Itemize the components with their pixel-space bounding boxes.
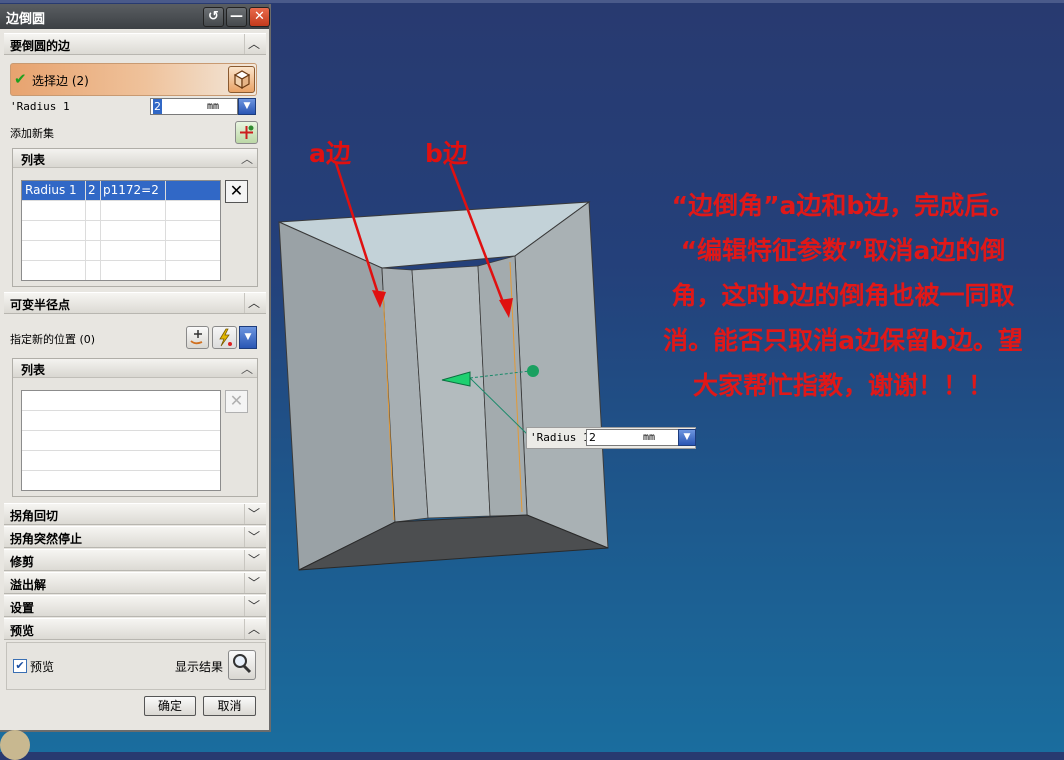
add-new-set-label: 添加新集	[10, 127, 54, 140]
section-trim-header[interactable]: 修剪 ﹀	[4, 549, 266, 571]
chevron-down-icon[interactable]: ﹀	[244, 596, 263, 616]
note-line: 角，这时b边的倒角也被一同取	[671, 281, 1015, 310]
edge-list-header[interactable]: 列表 ︿	[13, 149, 257, 168]
section-preview-label: 预览	[10, 624, 35, 638]
delete-icon[interactable]: ✕	[225, 180, 248, 203]
preview-group: ✔ 预览 显示结果	[6, 642, 266, 690]
section-overflow-header[interactable]: 溢出解 ﹀	[4, 572, 266, 594]
radius-input[interactable]: 2 mm	[150, 98, 238, 115]
select-edge-row[interactable]: ✔ 选择边 (2)	[10, 63, 257, 96]
chevron-up-icon[interactable]: ︿	[244, 293, 263, 313]
note-line: “边倒角”a边和b边，完成后。	[671, 191, 1015, 220]
section-corner-setback-label: 拐角回切	[10, 509, 59, 523]
table-row[interactable]: Radius 1 2 p1172=2	[22, 181, 220, 201]
radius-label: 'Radius 1	[10, 100, 70, 113]
chevron-up-icon[interactable]: ︿	[241, 150, 253, 167]
close-icon[interactable]: ✕	[249, 7, 270, 27]
table-row[interactable]	[22, 411, 220, 431]
preview-checkbox[interactable]: ✔	[13, 659, 27, 673]
table-row[interactable]	[22, 451, 220, 471]
checkmark-icon: ✔	[14, 70, 27, 88]
preview-label: 预览	[30, 660, 55, 674]
variable-point-list-group: 列表 ︿ ✕	[12, 358, 258, 497]
table-row[interactable]	[22, 471, 220, 490]
edge-set-table[interactable]: Radius 1 2 p1172=2	[21, 180, 221, 281]
note-line: “编辑特征参数”取消a边的倒	[680, 236, 1006, 265]
chevron-down-icon[interactable]: ﹀	[244, 573, 263, 593]
row-num: 2	[85, 181, 101, 200]
variable-list-header[interactable]: 列表 ︿	[13, 359, 257, 378]
section-settings-label: 设置	[10, 601, 35, 615]
show-result-label: 显示结果	[175, 660, 224, 674]
cancel-button[interactable]: 取消	[203, 696, 256, 716]
dialog-title: 边倒圆	[6, 12, 46, 27]
floating-radius-widget[interactable]: 'Radius 1 2 mm ▼	[526, 427, 696, 449]
table-row[interactable]	[22, 261, 220, 280]
chevron-down-icon[interactable]: ﹀	[244, 504, 263, 524]
radius-value: 2	[153, 99, 162, 114]
section-corner-setback-header[interactable]: 拐角回切 ﹀	[4, 503, 266, 525]
section-edges-label: 要倒圆的边	[10, 39, 71, 53]
table-row[interactable]	[22, 201, 220, 221]
radius-unit: mm	[207, 101, 220, 112]
specify-location-label: 指定新的位置 (0)	[10, 333, 96, 346]
section-stop-short-header[interactable]: 拐角突然停止 ﹀	[4, 526, 266, 548]
variable-point-table[interactable]	[21, 390, 221, 491]
point-constructor-icon[interactable]	[186, 326, 209, 349]
radius-dropdown-icon[interactable]: ▼	[238, 98, 256, 115]
section-variable-radius-label: 可变半径点	[10, 298, 71, 312]
edge-b-label: b边	[425, 139, 468, 168]
edge-list-label: 列表	[21, 153, 46, 167]
edge-cube-icon[interactable]	[228, 66, 255, 93]
row-expr: p1172=2	[100, 181, 166, 200]
table-row[interactable]	[22, 431, 220, 451]
chevron-down-icon[interactable]: ﹀	[244, 527, 263, 547]
table-row[interactable]	[22, 241, 220, 261]
magnifier-icon[interactable]	[228, 650, 256, 680]
table-row[interactable]	[22, 391, 220, 411]
delete-icon: ✕	[225, 390, 248, 413]
minimize-icon[interactable]: —	[226, 7, 247, 27]
section-variable-radius-header[interactable]: 可变半径点 ︿	[4, 292, 266, 314]
section-stop-short-label: 拐角突然停止	[10, 532, 83, 546]
section-settings-header[interactable]: 设置 ﹀	[4, 595, 266, 617]
ok-button[interactable]: 确定	[144, 696, 196, 716]
dialog-titlebar[interactable]: 边倒圆 ↺ — ✕	[0, 4, 270, 29]
chevron-down-icon[interactable]: ﹀	[244, 550, 263, 570]
floating-radius-value: 2	[589, 431, 596, 444]
note-line: 大家帮忙指教，谢谢！！！	[692, 371, 993, 400]
row-name: Radius 1	[22, 181, 86, 200]
floating-radius-label: 'Radius 1	[530, 431, 590, 444]
select-edge-label: 选择边 (2)	[32, 74, 89, 88]
floating-radius-input[interactable]: 2 mm	[586, 429, 680, 446]
inferred-point-icon[interactable]	[212, 326, 237, 349]
note-line: 消。能否只取消a边保留b边。望	[663, 326, 1023, 355]
chevron-up-icon[interactable]: ︿	[241, 360, 253, 377]
floating-radius-dropdown-icon[interactable]: ▼	[678, 429, 696, 446]
point-type-dropdown-icon[interactable]: ▼	[239, 326, 257, 349]
floating-radius-unit: mm	[643, 432, 656, 443]
section-preview-header[interactable]: 预览 ︿	[4, 618, 266, 640]
chevron-up-icon[interactable]: ︿	[244, 619, 263, 639]
variable-list-label: 列表	[21, 363, 46, 377]
chevron-up-icon[interactable]: ︿	[244, 34, 263, 54]
edge-a-label: a边	[309, 139, 351, 168]
edge-blend-dialog: 边倒圆 ↺ — ✕ 要倒圆的边 ︿ ✔ 选择边 (2) 'Radius 1 2 …	[0, 4, 271, 732]
section-edges-header[interactable]: 要倒圆的边 ︿	[4, 33, 266, 55]
status-orb	[0, 730, 30, 760]
section-overflow-label: 溢出解	[10, 578, 47, 592]
add-new-set-icon[interactable]	[235, 121, 258, 144]
annotation-note: “边倒角”a边和b边，完成后。 “编辑特征参数”取消a边的倒 角，这时b边的倒角…	[628, 183, 1058, 408]
section-trim-label: 修剪	[10, 555, 35, 569]
edge-set-list-group: 列表 ︿ Radius 1 2 p1172=2 ✕	[12, 148, 258, 287]
reset-icon[interactable]: ↺	[203, 7, 224, 27]
table-row[interactable]	[22, 221, 220, 241]
